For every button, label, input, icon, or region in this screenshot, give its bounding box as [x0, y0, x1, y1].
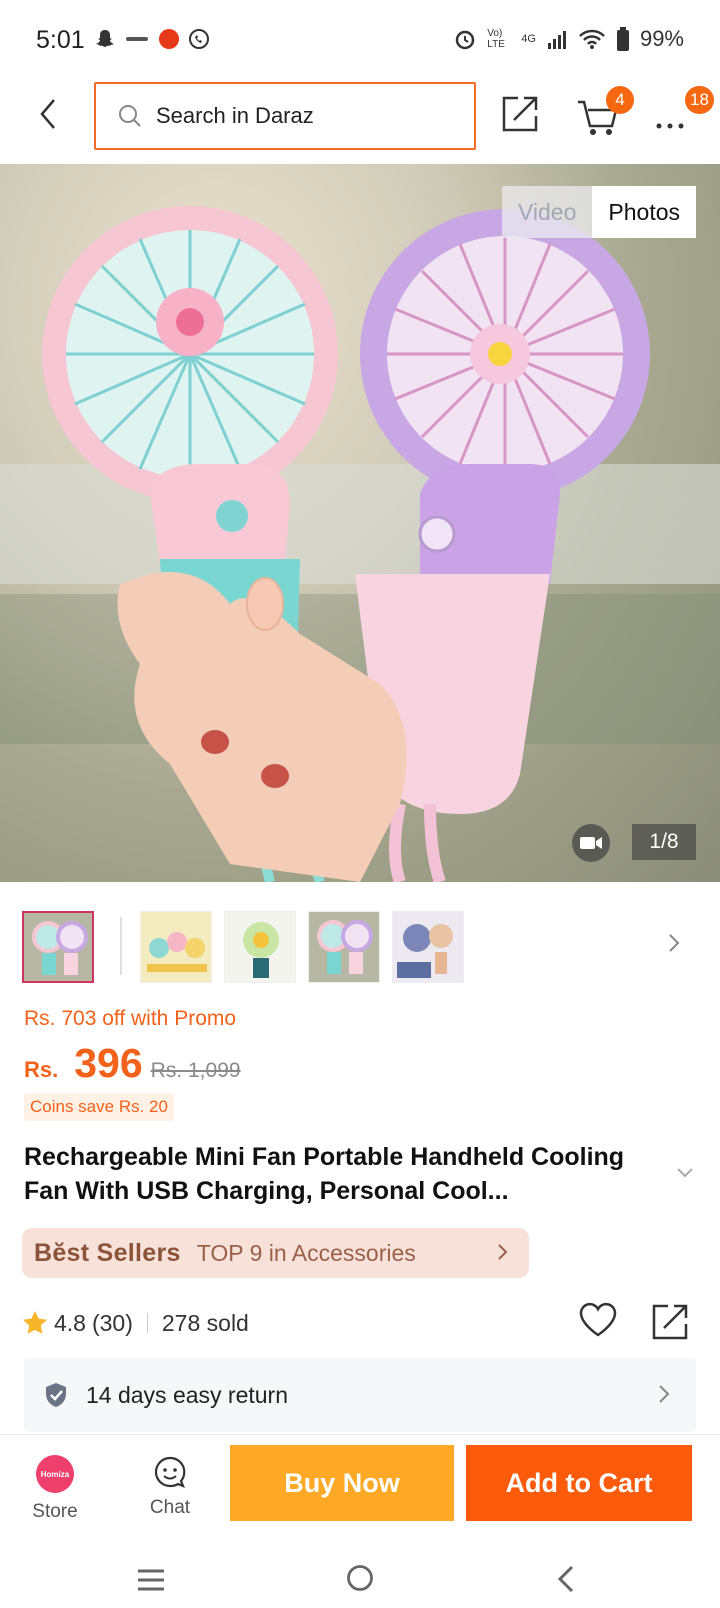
network-label: Vo) LTE: [487, 28, 505, 50]
price-currency: Rs.: [24, 1057, 59, 1082]
share-icon: [652, 1304, 688, 1340]
product-photo: [0, 206, 720, 882]
header: Search in Daraz 4 18: [0, 80, 720, 164]
home-button[interactable]: [346, 1564, 374, 1592]
return-text: 14 days easy return: [86, 1381, 289, 1408]
chat-button[interactable]: Chat: [133, 1455, 207, 1531]
buy-now-button[interactable]: Buy Now: [230, 1445, 454, 1521]
play-video-button[interactable]: [572, 824, 610, 862]
search-input[interactable]: Search in Daraz: [94, 82, 476, 150]
image-counter: 1/8: [632, 824, 696, 860]
price-current: 396: [74, 1040, 143, 1086]
expand-title-button[interactable]: [675, 1165, 697, 1187]
wifi-icon: [579, 29, 605, 49]
search-placeholder: Search in Daraz: [156, 103, 314, 128]
rating-divider: [146, 1313, 148, 1333]
best-sellers-arrow: [497, 1242, 513, 1264]
rating-count: (30): [91, 1309, 133, 1336]
chevron-down-icon: [677, 1168, 693, 1178]
whatsapp-icon: [189, 29, 209, 49]
alarm-icon: [456, 30, 475, 50]
heart-icon: [579, 1302, 617, 1337]
best-sellers-rank: TOP 9 in Accessories: [196, 1239, 416, 1266]
thumbnails-next-button[interactable]: [668, 933, 692, 963]
thumbnail-image: [24, 913, 92, 981]
coins-badge: Coins save Rs. 20: [24, 1093, 174, 1121]
notification-icons: [94, 28, 210, 50]
network-type: 4G: [521, 33, 536, 45]
chat-label: Chat: [149, 1497, 191, 1518]
chevron-right-icon: [659, 1385, 670, 1403]
promo-text: Rs. 703 off with Promo: [24, 1007, 237, 1030]
thumbnail-2[interactable]: [140, 911, 212, 983]
battery-level: 99%: [639, 26, 684, 51]
menu-icon: [138, 1569, 164, 1591]
store-label: Store: [32, 1501, 78, 1522]
app-icon: [126, 37, 148, 41]
more-button[interactable]: 18: [655, 86, 714, 138]
share-button[interactable]: [500, 94, 544, 138]
recording-icon: [159, 29, 179, 49]
share-product-button[interactable]: [650, 1302, 694, 1344]
sold-count: 278 sold: [161, 1309, 249, 1336]
return-arrow: [658, 1383, 672, 1407]
chevron-left-icon: [557, 1565, 574, 1593]
home-circle-icon: [347, 1565, 373, 1591]
chevron-left-icon: [40, 99, 55, 129]
store-logo: Homiza: [36, 1455, 74, 1493]
thumbnail-image: [393, 912, 463, 982]
thumbnail-strip: [22, 911, 702, 985]
video-camera-icon: [580, 837, 602, 849]
back-button[interactable]: [28, 94, 68, 134]
recent-apps-button[interactable]: [136, 1568, 166, 1592]
status-time: 5:01: [36, 26, 85, 54]
snapchat-icon: [96, 30, 114, 47]
best-sellers-brand: Bĕst Sellers: [34, 1238, 181, 1267]
system-status: Vo) LTE 4G 99%: [453, 26, 684, 52]
chevron-right-icon: [669, 934, 680, 952]
shield-check-icon: [46, 1383, 66, 1407]
thumbnail-5[interactable]: [392, 911, 464, 983]
more-badge: 18: [685, 86, 714, 114]
bottom-action-bar: Homiza Store Chat Buy Now Add to Cart: [0, 1434, 720, 1548]
chat-icon: [154, 1456, 186, 1488]
cart-badge: 4: [606, 86, 634, 114]
tab-photos[interactable]: Photos: [592, 186, 696, 238]
product-image[interactable]: Video Photos 1/8: [0, 164, 720, 882]
media-toggle: Video Photos: [501, 186, 696, 238]
rating-value: 4.8: [54, 1309, 86, 1336]
status-bar: 5:01 Vo) LTE 4G 99%: [0, 0, 720, 80]
share-icon: [502, 96, 538, 132]
thumbnail-divider: [120, 917, 122, 975]
best-sellers-bar[interactable]: Bĕst Sellers TOP 9 in Accessories: [22, 1228, 529, 1278]
add-to-cart-button[interactable]: Add to Cart: [466, 1445, 692, 1521]
price-original: Rs. 1,099: [150, 1059, 241, 1082]
system-back-button[interactable]: [556, 1564, 576, 1594]
tab-video[interactable]: Video: [501, 186, 593, 238]
battery-icon: [616, 27, 629, 51]
star-icon: [23, 1311, 47, 1334]
signal-icon: [547, 31, 566, 49]
product-title: Rechargeable Mini Fan Portable Handheld …: [24, 1143, 625, 1205]
price-row: Rs. 396 Rs. 1,099: [24, 1040, 241, 1087]
wishlist-button[interactable]: [578, 1302, 620, 1342]
thumbnail-3[interactable]: [224, 911, 296, 983]
thumbnail-image: [225, 912, 295, 982]
system-nav-bar: [0, 1548, 720, 1608]
thumbnail-image: [309, 912, 379, 982]
thumbnail-image: [141, 912, 211, 982]
thumbnail-4[interactable]: [308, 911, 380, 983]
return-policy-row[interactable]: 14 days easy return: [24, 1358, 696, 1432]
thumbnail-1[interactable]: [22, 911, 94, 983]
cart-button[interactable]: 4: [576, 86, 634, 138]
chevron-right-icon: [498, 1244, 508, 1260]
store-button[interactable]: Homiza Store: [20, 1455, 90, 1531]
search-icon: [119, 105, 141, 127]
rating-row[interactable]: 4.8 (30) 278 sold: [22, 1303, 249, 1343]
